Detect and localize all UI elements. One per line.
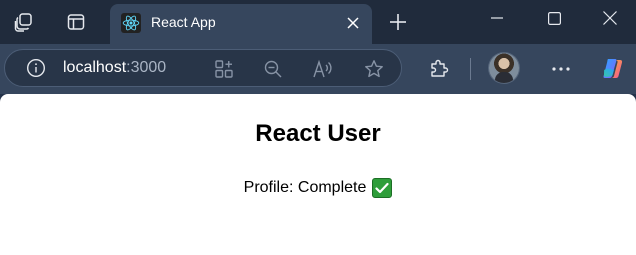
profile-status: Profile: Complete [0,178,636,198]
toolbar-divider [470,58,471,80]
page-title: React User [255,120,381,147]
tab-actions-icon[interactable] [60,7,92,37]
info-icon[interactable] [25,57,47,79]
minimize-icon[interactable] [469,0,525,36]
zoom-out-icon[interactable] [261,57,285,81]
plus-icon[interactable] [382,6,414,38]
react-logo-icon [121,13,141,33]
app-available-icon[interactable] [212,57,236,81]
check-mark-icon [372,178,393,198]
profile-status-text: Profile: Complete [243,179,367,196]
url-host: localhost [63,59,127,76]
maximize-icon[interactable] [526,0,582,36]
tab-react-app[interactable]: React App [110,4,372,44]
url-text[interactable]: localhost:3000 [63,59,166,77]
address-bar[interactable]: localhost:3000 [4,49,402,87]
read-aloud-icon[interactable] [311,57,335,81]
url-port: :3000 [126,59,167,76]
puzzle-icon[interactable] [423,53,455,85]
page-content: React User Profile: Complete [0,94,636,255]
close-window-icon[interactable] [582,0,636,36]
close-icon[interactable] [342,12,364,34]
toolbar: localhost:3000 [0,44,636,94]
star-icon[interactable] [362,57,386,81]
workspaces-icon[interactable] [8,7,40,37]
tab-title: React App [151,14,216,30]
copilot-icon[interactable] [597,53,629,85]
browser-window: React App localhost:3000 React User Prof… [0,0,636,255]
avatar[interactable] [489,53,519,83]
more-icon[interactable] [545,53,577,85]
tab-strip: React App [0,0,636,44]
